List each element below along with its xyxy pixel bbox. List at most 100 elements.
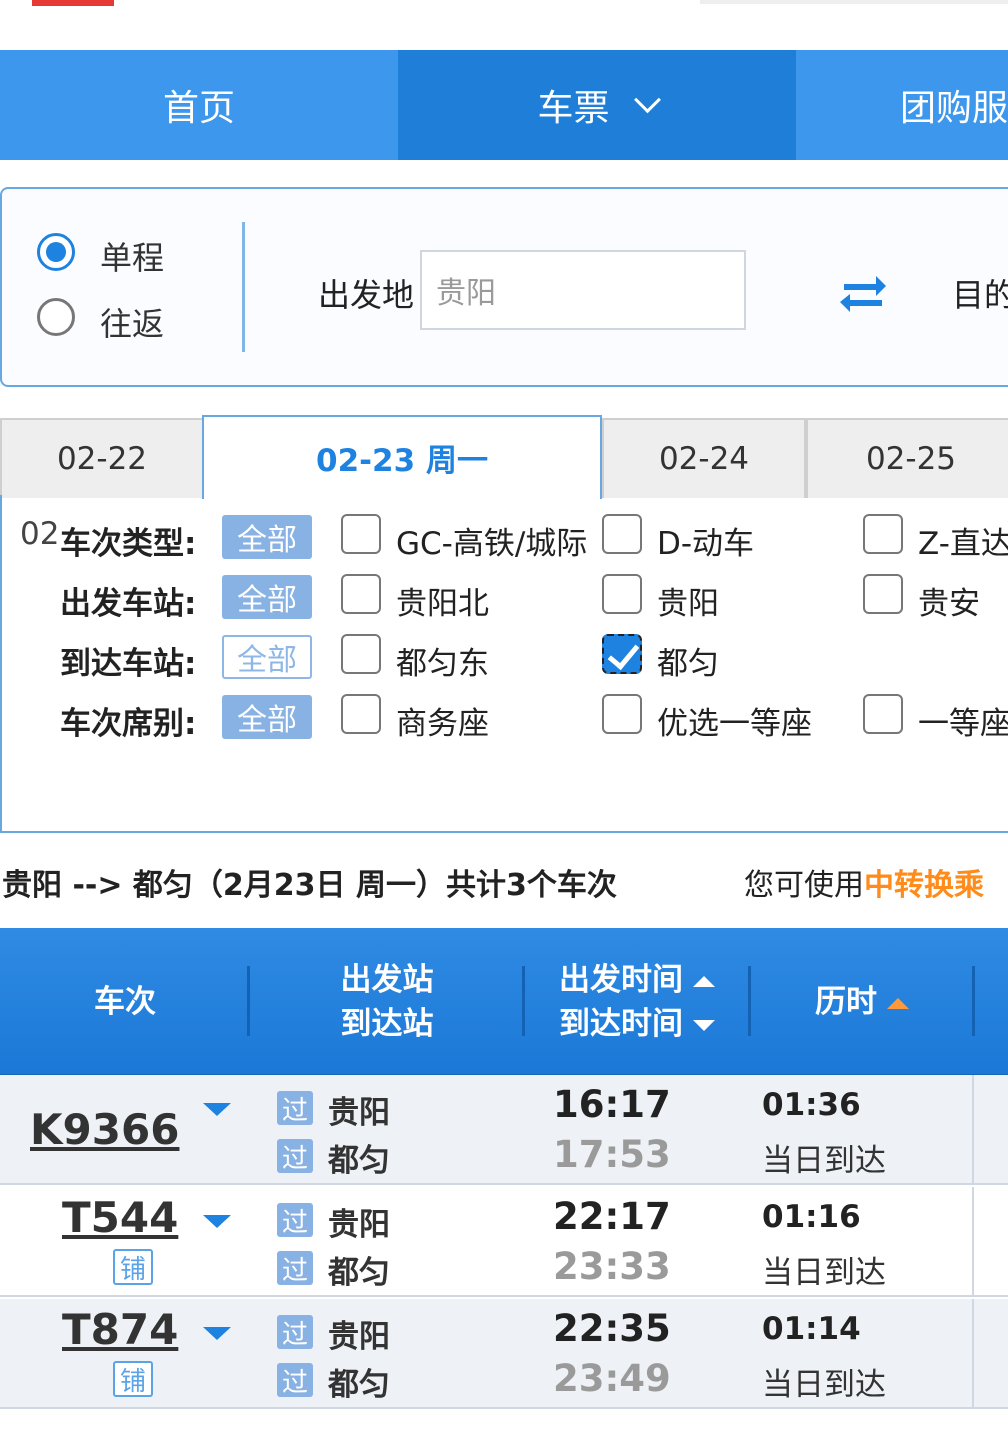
sleeper-badge: 铺 — [113, 1249, 153, 1285]
checkbox-gc[interactable] — [341, 514, 381, 554]
column-divider — [972, 1187, 974, 1297]
checkbox-duyun[interactable] — [602, 634, 642, 674]
checkbox-z[interactable] — [863, 514, 903, 554]
checkbox-guiyangbei[interactable] — [341, 574, 381, 614]
option-premium-first[interactable]: 优选一等座 — [657, 698, 812, 743]
sort-asc-icon — [887, 998, 909, 1009]
filter-label-arr-station: 到达车站: — [60, 646, 197, 682]
checkbox-first[interactable] — [863, 694, 903, 734]
chevron-down-icon — [633, 85, 661, 113]
pass-through-badge: 过 — [277, 1363, 313, 1398]
option-d[interactable]: D-动车 — [657, 518, 754, 563]
all-button-arr-station[interactable]: 全部 — [222, 635, 312, 679]
arr-station: 都匀 — [328, 1143, 390, 1179]
radio-round-trip[interactable] — [37, 298, 75, 336]
to-label: 目的 — [952, 276, 1008, 314]
nav-home[interactable]: 首页 — [0, 50, 398, 160]
transfer-hint: 您可使用中转换乘 — [744, 868, 984, 903]
option-z[interactable]: Z-直达 — [918, 518, 1008, 563]
checkbox-business[interactable] — [341, 694, 381, 734]
arr-station: 都匀 — [328, 1367, 390, 1403]
top-search-edge — [700, 0, 1008, 4]
panel-divider — [242, 222, 245, 352]
sort-desc-icon — [693, 1020, 715, 1031]
header-arr-station: 到达站 — [340, 1006, 434, 1042]
swap-icon[interactable] — [838, 270, 888, 314]
option-guiyangbei[interactable]: 贵阳北 — [396, 578, 489, 623]
dep-station: 贵阳 — [328, 1095, 390, 1131]
train-number-link[interactable]: T874 — [62, 1305, 178, 1354]
train-number-link[interactable]: K9366 — [30, 1105, 179, 1154]
pass-through-badge: 过 — [277, 1139, 313, 1174]
date-tab-0222[interactable]: 02-22 — [0, 418, 204, 498]
option-gc[interactable]: GC-高铁/城际 — [396, 518, 587, 563]
date-tab-0224[interactable]: 02-24 — [602, 418, 806, 498]
arr-time: 23:33 — [553, 1245, 671, 1288]
sort-asc-icon — [693, 976, 715, 987]
column-divider — [972, 1075, 974, 1185]
duration: 01:16 — [762, 1199, 861, 1235]
dep-time: 16:17 — [553, 1083, 671, 1126]
expand-stops-icon[interactable] — [203, 1103, 231, 1116]
logo-strip — [32, 0, 114, 6]
pass-through-badge: 过 — [277, 1251, 313, 1286]
duration: 01:14 — [762, 1311, 861, 1347]
transfer-link[interactable]: 中转换乘 — [864, 868, 984, 903]
main-nav: 首页 车票 团购服 — [0, 50, 1008, 160]
all-button-dep-station[interactable]: 全部 — [222, 575, 312, 619]
option-duyundong[interactable]: 都匀东 — [396, 638, 489, 683]
table-row: K9366 过 贵阳 过 都匀 16:17 17:53 01:36 当日到达 — [0, 1075, 1008, 1185]
header-arr-time-sort[interactable]: 到达时间 — [524, 1002, 750, 1046]
table-row: T544 铺 过 贵阳 过 都匀 22:17 23:33 01:16 当日到达 — [0, 1187, 1008, 1297]
checkbox-guian[interactable] — [863, 574, 903, 614]
header-train: 车次 — [94, 984, 156, 1020]
arr-station: 都匀 — [328, 1255, 390, 1291]
option-guian[interactable]: 贵安 — [918, 578, 980, 623]
dep-time: 22:35 — [553, 1307, 671, 1350]
arr-time: 17:53 — [553, 1133, 671, 1176]
radio-round-trip-label[interactable]: 往返 — [100, 299, 164, 345]
header-dep-station: 出发站 — [340, 962, 434, 998]
arrival-note: 当日到达 — [762, 1143, 886, 1179]
all-button-train-type[interactable]: 全部 — [222, 515, 312, 559]
filter-label-train-type: 车次类型: — [60, 526, 197, 562]
option-guiyang[interactable]: 贵阳 — [657, 578, 719, 623]
date-tab-0225[interactable]: 02-25 — [806, 418, 1008, 498]
header-dep-time-sort[interactable]: 出发时间 — [524, 958, 750, 1002]
arr-time: 23:49 — [553, 1357, 671, 1400]
all-button-seat-class[interactable]: 全部 — [222, 695, 312, 739]
header-duration-sort[interactable]: 历时 — [750, 980, 974, 1024]
arrival-note: 当日到达 — [762, 1255, 886, 1291]
column-divider — [972, 1299, 974, 1409]
expand-stops-icon[interactable] — [203, 1327, 231, 1340]
option-first[interactable]: 一等座 — [918, 698, 1008, 743]
train-number-link[interactable]: T544 — [62, 1193, 178, 1242]
checkbox-duyundong[interactable] — [341, 634, 381, 674]
arrival-note: 当日到达 — [762, 1367, 886, 1403]
table-row: T874 铺 过 贵阳 过 都匀 22:35 23:49 01:14 当日到达 — [0, 1299, 1008, 1409]
expand-stops-icon[interactable] — [203, 1215, 231, 1228]
from-label: 出发地 — [318, 276, 415, 314]
checkbox-d[interactable] — [602, 514, 642, 554]
duration: 01:36 — [762, 1087, 861, 1123]
dep-time: 22:17 — [553, 1195, 671, 1238]
pass-through-badge: 过 — [277, 1091, 313, 1126]
dep-station: 贵阳 — [328, 1319, 390, 1355]
option-duyun[interactable]: 都匀 — [657, 638, 719, 683]
checkbox-guiyang[interactable] — [602, 574, 642, 614]
header-separator — [972, 966, 975, 1036]
radio-one-way-label[interactable]: 单程 — [100, 233, 164, 279]
date-overflow-text: 02 — [20, 516, 60, 552]
option-business[interactable]: 商务座 — [396, 698, 489, 743]
dep-station: 贵阳 — [328, 1207, 390, 1243]
date-tab-0223[interactable]: 02-23 周一 — [202, 415, 602, 499]
route-summary: 贵阳 --> 都匀（2月23日 周一）共计3个车次 — [2, 868, 617, 903]
pass-through-badge: 过 — [277, 1315, 313, 1350]
pass-through-badge: 过 — [277, 1203, 313, 1238]
radio-one-way[interactable] — [37, 233, 75, 271]
nav-tickets[interactable]: 车票 — [398, 50, 796, 160]
nav-group-service[interactable]: 团购服 — [796, 50, 1008, 160]
from-input[interactable]: 贵阳 — [420, 250, 746, 330]
filter-label-seat-class: 车次席别: — [60, 706, 197, 742]
checkbox-premium-first[interactable] — [602, 694, 642, 734]
